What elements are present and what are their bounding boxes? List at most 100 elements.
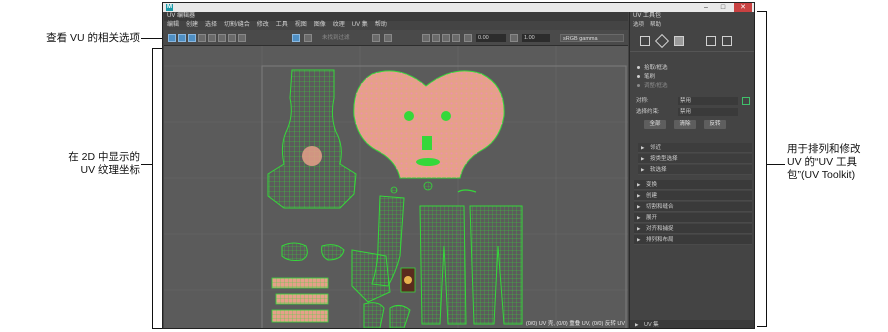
bracket-left <box>152 48 162 329</box>
editor-toolbar: 未找到过滤 0.00 1.00 sRGB gamma <box>164 30 628 46</box>
exposure-value-icon <box>464 34 472 42</box>
close-button[interactable]: ✕ <box>734 3 752 12</box>
toolkit-menu-options[interactable]: 选项 <box>633 21 644 29</box>
radio-brush-label: 笔刷 <box>644 74 656 80</box>
window-controls: – □ ✕ <box>700 3 752 12</box>
uv-shell-foot-left[interactable] <box>363 302 385 328</box>
clear-selection-button[interactable]: 清除 <box>674 120 696 129</box>
image-display-icon[interactable] <box>292 34 300 42</box>
symmetry-dropdown[interactable]: 禁用 <box>678 97 738 105</box>
toolkit-menubar: 选项 帮助 <box>630 21 754 29</box>
section-adjacent[interactable]: 邻近 <box>638 143 752 153</box>
gamma-value-field[interactable]: 1.00 <box>522 34 550 42</box>
menu-select[interactable]: 选择 <box>205 21 217 30</box>
callout-uv-coords: 在 2D 中显示的 UV 纹理坐标 <box>10 151 140 177</box>
distortion-icon[interactable] <box>452 34 460 42</box>
radio-brush[interactable]: 笔刷 <box>637 73 655 81</box>
menu-uv-sets[interactable]: UV 集 <box>352 21 368 30</box>
section-select-by-type[interactable]: 按类型选择 <box>638 154 752 164</box>
uv-sets-footer[interactable]: UV 集 <box>630 320 754 328</box>
maya-logo-icon: M <box>166 4 173 11</box>
leader-line-top <box>141 38 162 39</box>
menu-cut-sew[interactable]: 切割/缝合 <box>224 21 250 30</box>
uv-shell-mode-icon[interactable] <box>722 36 732 46</box>
section-align-snap[interactable]: 对齐和捕捉 <box>634 224 752 234</box>
component-mode-bar <box>630 30 754 52</box>
badge-emblem-icon <box>404 276 412 284</box>
radio-dot-icon <box>637 84 640 88</box>
section-cut-sew[interactable]: 切割和缝合 <box>634 202 752 212</box>
toolkit-title: UV 工具包 <box>633 13 662 19</box>
color-space-select[interactable]: sRGB gamma <box>560 34 624 42</box>
uv-select-icon[interactable] <box>168 34 176 42</box>
menu-tools[interactable]: 工具 <box>276 21 288 30</box>
symmetry-label: 对称: <box>636 98 649 104</box>
radio-tweak-box[interactable]: 调整/框选 <box>637 82 668 90</box>
uv-wire-icon[interactable] <box>198 34 206 42</box>
menu-edit[interactable]: 编辑 <box>167 21 179 30</box>
uv-editor-pane: UV 编辑器 编辑 创建 选择 切割/缝合 修改 工具 视图 图像 纹理 UV … <box>164 12 628 329</box>
vertex-mode-icon[interactable] <box>640 36 650 46</box>
menu-create[interactable]: 创建 <box>186 21 198 30</box>
select-constraint-dropdown[interactable]: 禁用 <box>678 108 738 116</box>
select-constraint-label: 选择约束: <box>636 109 660 115</box>
toolkit-menu-help[interactable]: 帮助 <box>650 21 661 29</box>
uv-shell-eye-right[interactable] <box>390 186 398 194</box>
exposure-value-field[interactable]: 0.00 <box>476 34 506 42</box>
section-arrange-layout[interactable]: 排列和布局 <box>634 235 752 245</box>
radio-dot-icon <box>637 75 640 79</box>
menu-textures[interactable]: 纹理 <box>333 21 345 30</box>
snapshot-icon[interactable] <box>238 34 246 42</box>
section-create[interactable]: 创建 <box>634 191 752 201</box>
menu-modify[interactable]: 修改 <box>257 21 269 30</box>
uv-grid-icon[interactable] <box>188 34 196 42</box>
callout-uv-toolkit-line3: 包”(UV Toolkit) <box>787 169 856 181</box>
editor-title: UV 编辑器 <box>164 12 628 21</box>
section-transform[interactable]: 变换 <box>634 180 752 190</box>
leader-line-right <box>767 164 785 165</box>
uv-layout-canvas[interactable] <box>164 46 628 329</box>
maximize-button[interactable]: □ <box>717 3 729 12</box>
grid-toggle-icon[interactable] <box>422 34 430 42</box>
uv-status-bar: (0/0) UV 壳, (0/0) 重叠 UV, (0/0) 反转 UV <box>525 321 625 327</box>
radio-pick-box[interactable]: 拾取/框选 <box>637 64 668 72</box>
isolate-icon[interactable] <box>228 34 236 42</box>
pixel-snap-icon[interactable] <box>432 34 440 42</box>
section-soft-select[interactable]: 软选择 <box>638 165 752 175</box>
leader-line-mid <box>141 164 152 165</box>
invert-selection-button[interactable]: 反转 <box>704 120 726 129</box>
callout-uv-toolkit-line2: UV 的“UV 工具 <box>787 156 858 168</box>
texture-display-icon[interactable] <box>218 34 226 42</box>
uv-editor-window: M – □ ✕ UV 编辑器 编辑 创建 选择 切割/缝合 修改 工具 视图 图… <box>162 2 755 329</box>
radio-tweak-box-label: 调整/框选 <box>644 83 668 89</box>
uv-viewport[interactable]: (0/0) UV 壳, (0/0) 重叠 UV, (0/0) 反转 UV <box>164 46 628 329</box>
shade-icon[interactable] <box>442 34 450 42</box>
uv-shell-eye-left[interactable] <box>423 181 433 191</box>
select-all-button[interactable]: 全部 <box>644 120 666 129</box>
callout-uv-toolkit: 用于排列和修改 UV 的“UV 工具 包”(UV Toolkit) <box>787 143 887 182</box>
minimize-button[interactable]: – <box>700 3 712 12</box>
menu-view[interactable]: 视图 <box>295 21 307 30</box>
menu-image[interactable]: 图像 <box>314 21 326 30</box>
face-mode-icon[interactable] <box>674 36 684 46</box>
gamma-icon <box>510 34 518 42</box>
radio-dot-icon <box>637 66 640 70</box>
editor-menubar: 编辑 创建 选择 切割/缝合 修改 工具 视图 图像 纹理 UV 集 帮助 <box>164 21 628 30</box>
slider-icon[interactable] <box>384 34 392 42</box>
filter-field[interactable]: 未找到过滤 <box>322 34 350 42</box>
edge-mode-icon[interactable] <box>654 33 670 49</box>
uv-shell-hand-left[interactable] <box>281 242 308 261</box>
uv-shell-icon[interactable] <box>178 34 186 42</box>
checker-icon[interactable] <box>208 34 216 42</box>
menu-help[interactable]: 帮助 <box>375 21 387 30</box>
callout-view-options: 查看 VU 的相关选项 <box>46 32 140 44</box>
exposure-icon[interactable] <box>372 34 380 42</box>
uv-shell-belts[interactable] <box>271 277 329 323</box>
uv-mode-icon[interactable] <box>706 36 716 46</box>
callout-uv-coords-line2: UV 纹理坐标 <box>80 164 140 176</box>
uv-toolkit-pane: UV 工具包 选项 帮助 拾取/框选 笔刷 调整/框选 对称: 禁用 选择约束:… <box>629 12 754 328</box>
texture-list-icon[interactable] <box>304 34 312 42</box>
symmetry-toggle-icon[interactable] <box>742 97 750 105</box>
section-unfold[interactable]: 展开 <box>634 213 752 223</box>
radio-pick-box-label: 拾取/框选 <box>644 65 668 71</box>
